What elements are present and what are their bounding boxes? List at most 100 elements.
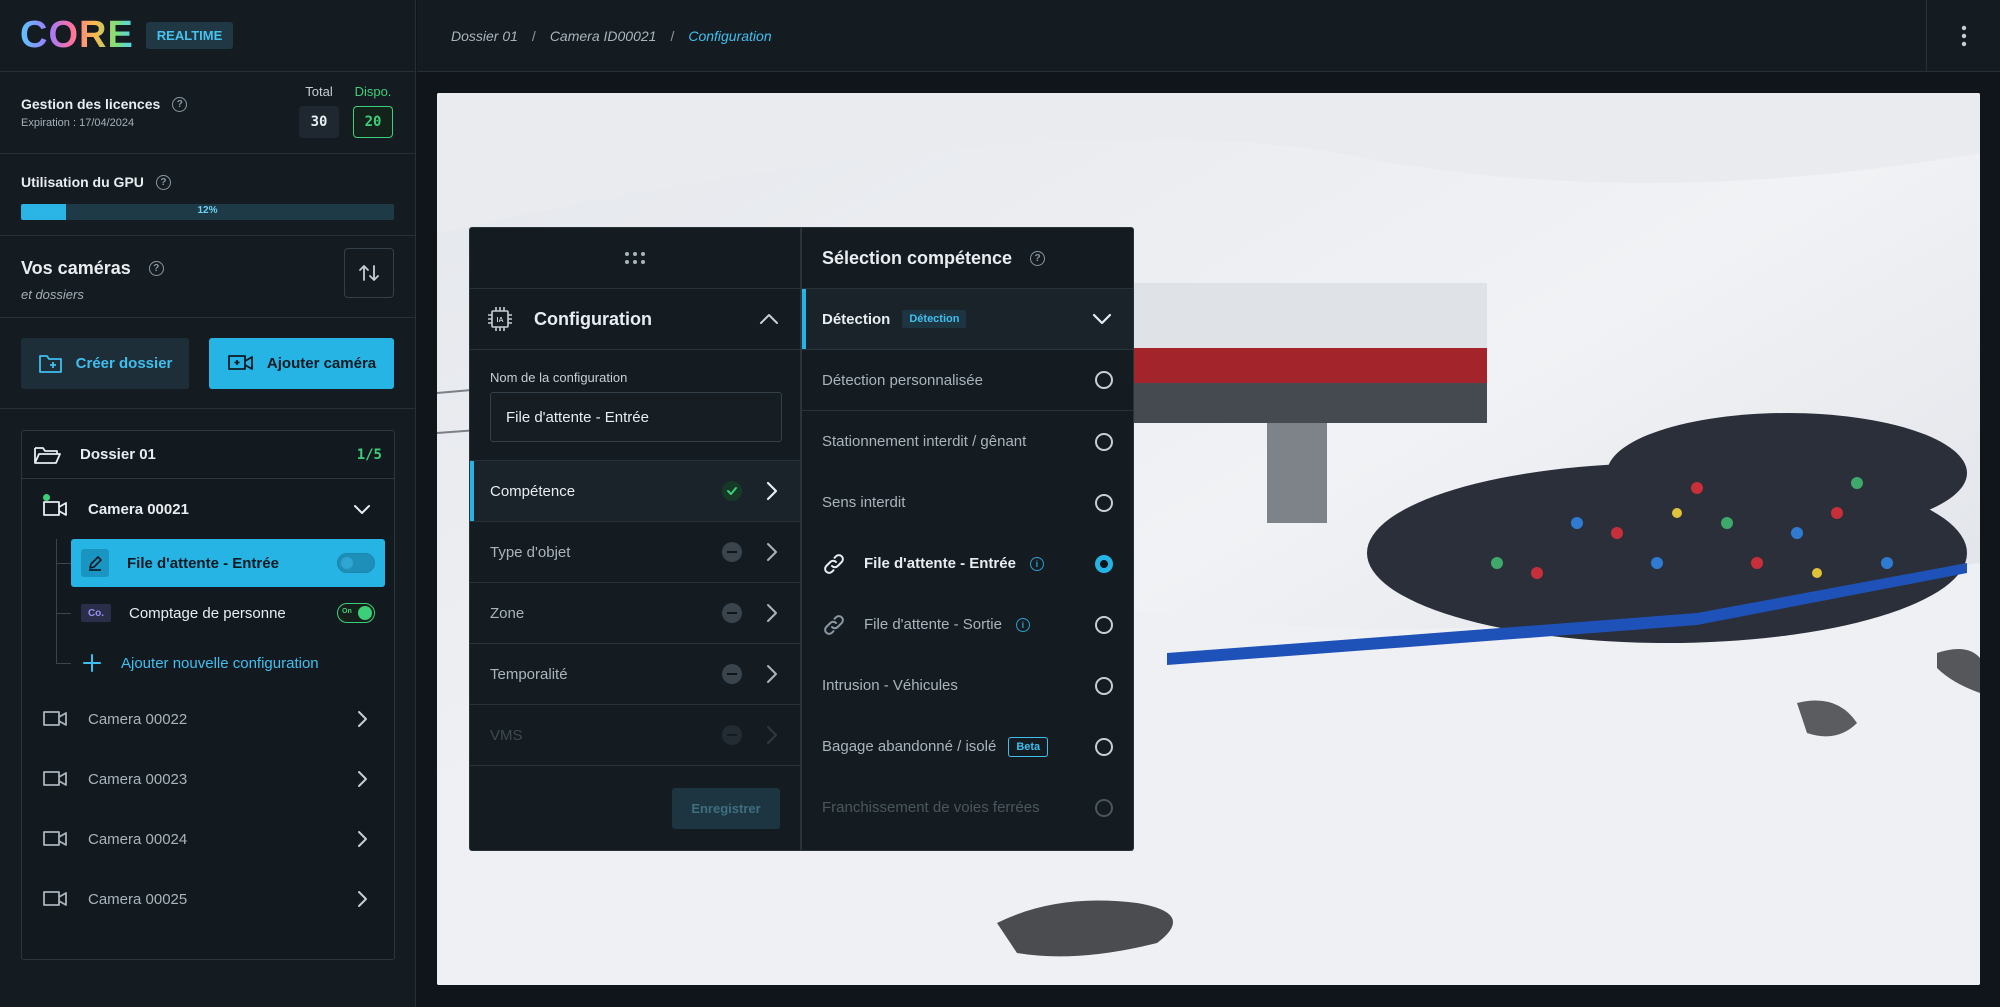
pending-icon [722, 725, 742, 745]
config-toggle[interactable] [337, 553, 375, 573]
license-dispo: Dispo. 20 [353, 84, 393, 138]
sort-button[interactable] [344, 248, 394, 298]
skill-option-label: Intrusion - Véhicules [822, 677, 958, 694]
skill-radio[interactable] [1095, 432, 1113, 451]
skill-radio[interactable] [1095, 676, 1113, 695]
camera-item[interactable]: Camera 00022 [22, 689, 394, 749]
step-vms: VMS [470, 705, 800, 766]
gpu-usage-label: 12% [197, 205, 218, 216]
camera-item[interactable]: Camera 00023 [22, 749, 394, 809]
skill-panel-title: Sélection compétence [822, 247, 1013, 268]
folder-name: Dossier 01 [80, 446, 156, 463]
add-config-button[interactable]: Ajouter nouvelle configuration [71, 639, 385, 687]
chevron-up-icon[interactable] [758, 308, 780, 330]
breadcrumb-item[interactable]: Camera ID00021 [550, 28, 657, 44]
sidebar: CORE REALTIME Gestion des licences ? Exp… [0, 0, 416, 1007]
gpu-title-row: Utilisation du GPU ? [21, 174, 394, 190]
skill-option[interactable]: File d'attente - Sortie i [802, 594, 1133, 655]
info-icon[interactable]: i [1029, 556, 1044, 571]
tree-branch [56, 663, 71, 664]
chevron-right-icon[interactable] [352, 709, 372, 729]
config-toggle[interactable]: On [337, 603, 375, 623]
chevron-right-icon[interactable] [352, 769, 372, 789]
chevron-right-icon[interactable] [352, 829, 372, 849]
link-icon [822, 552, 846, 576]
camera-name: Camera 00025 [88, 890, 188, 908]
breadcrumb-separator: / [531, 27, 536, 44]
camera-icon [43, 711, 67, 726]
license-dispo-label: Dispo. [354, 84, 392, 99]
help-icon[interactable]: ? [155, 174, 171, 190]
camera-name: Camera 00021 [88, 500, 189, 518]
skill-option-label: Franchissement de voies ferrées [822, 799, 1040, 816]
skill-option[interactable]: Stationnement interdit / gênant [802, 411, 1133, 472]
skill-option[interactable]: Intrusion - Véhicules [802, 655, 1133, 716]
more-menu-button[interactable] [1926, 0, 2000, 72]
skill-category-detection[interactable]: Détection Détection [802, 289, 1133, 350]
licenses-section: Gestion des licences ? Expiration : 17/0… [0, 72, 415, 154]
live-status-dot [43, 494, 50, 501]
config-item-label: Comptage de personne [129, 604, 286, 622]
camera-item-active[interactable]: Camera 00021 [22, 479, 394, 539]
info-icon[interactable]: i [1015, 617, 1030, 632]
cameras-title-row: Vos caméras ? [21, 258, 394, 279]
logo[interactable]: CORE [20, 14, 134, 57]
chevron-right-icon[interactable] [352, 889, 372, 909]
breadcrumb: Dossier 01 / Camera ID00021 / Configurat… [451, 28, 772, 44]
chevron-down-icon[interactable] [352, 499, 372, 519]
folder-plus-icon [38, 355, 62, 373]
edit-icon[interactable] [81, 549, 109, 577]
step-type-objet[interactable]: Type d'objet [470, 522, 800, 583]
breadcrumb-item[interactable]: Dossier 01 [451, 28, 518, 44]
ai-chip-text: IA [497, 317, 504, 324]
cameras-subtitle: et dossiers [21, 287, 84, 302]
skill-option-disabled: Franchissement de voies ferrées [802, 777, 1133, 838]
skill-radio[interactable] [1095, 493, 1113, 512]
topbar: Dossier 01 / Camera ID00021 / Configurat… [417, 0, 2000, 72]
skill-option[interactable]: Bagage abandonné / isolé Beta [802, 716, 1133, 777]
create-folder-button[interactable]: Créer dossier [21, 337, 190, 389]
chevron-right-icon [767, 604, 777, 622]
folder-header[interactable]: Dossier 01 1/5 [22, 431, 394, 479]
skill-radio[interactable] [1095, 737, 1113, 756]
add-config-label: Ajouter nouvelle configuration [121, 654, 319, 672]
skill-option[interactable]: Sens interdit [802, 472, 1133, 533]
license-expiration: Expiration : 17/04/2024 [21, 117, 135, 129]
step-label: Type d'objet [490, 543, 571, 561]
brand-row: CORE REALTIME [0, 0, 415, 72]
skill-option-row: Bagage abandonné / isolé Beta [822, 736, 1095, 757]
skill-radio[interactable] [1095, 371, 1113, 389]
camera-icon [43, 501, 67, 516]
tree-branch [56, 563, 71, 564]
camera-item[interactable]: Camera 00025 [22, 869, 394, 929]
add-camera-button[interactable]: Ajouter caméra [209, 337, 394, 389]
skill-category-tag: Détection [902, 310, 967, 328]
licenses-title-row: Gestion des licences ? [21, 96, 188, 112]
skill-option-label: File d'attente - Sortie [864, 616, 1002, 633]
camera-item[interactable]: Camera 00024 [22, 809, 394, 869]
save-button[interactable]: Enregistrer [672, 787, 780, 829]
help-icon[interactable]: ? [148, 261, 164, 276]
breadcrumb-current: Configuration [688, 27, 772, 44]
skill-panel-header: Sélection compétence ? [802, 228, 1133, 289]
config-item-comptage[interactable]: Co. Comptage de personne On [71, 589, 385, 637]
config-name-input[interactable] [490, 392, 782, 442]
skill-radio[interactable] [1095, 554, 1113, 573]
skill-option[interactable]: Détection personnalisée [802, 350, 1133, 411]
config-name-block: Nom de la configuration [470, 350, 800, 461]
step-competence[interactable]: Compétence [470, 461, 800, 522]
drag-handle[interactable] [470, 228, 800, 289]
gpu-usage-bar: 12% [21, 204, 394, 220]
skill-radio[interactable] [1095, 615, 1113, 634]
configuration-header[interactable]: IA Configuration [470, 289, 800, 350]
step-temporalite[interactable]: Temporalité [470, 644, 800, 705]
create-folder-label: Créer dossier [75, 354, 173, 372]
config-item-file-attente-entree[interactable]: File d'attente - Entrée [71, 539, 385, 587]
breadcrumb-separator: / [670, 27, 675, 44]
help-icon[interactable]: ? [172, 96, 188, 112]
license-total-value: 30 [299, 106, 339, 138]
help-icon[interactable]: ? [1030, 250, 1046, 266]
step-zone[interactable]: Zone [470, 583, 800, 644]
tree-branch [56, 613, 71, 614]
skill-option-selected[interactable]: File d'attente - Entrée i [802, 533, 1133, 594]
